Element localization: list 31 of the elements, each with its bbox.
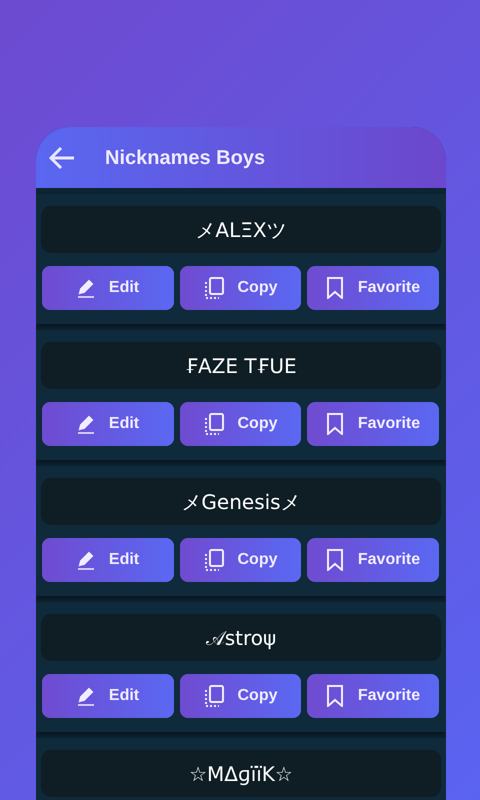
favorite-button[interactable]: Favorite	[307, 402, 439, 446]
pencil-icon	[76, 686, 95, 706]
nickname-text: ₣AZE T₣UE	[41, 342, 441, 389]
edit-button[interactable]: Edit	[42, 538, 174, 582]
bookmark-icon	[326, 413, 344, 435]
copy-icon	[204, 685, 224, 707]
bookmark-icon	[326, 685, 344, 707]
pencil-icon	[76, 278, 95, 298]
nickname-text: 𝒜stroψ	[41, 614, 441, 661]
nickname-text: ☆MΔɡïïK☆	[41, 750, 441, 797]
bookmark-icon	[326, 277, 344, 299]
edit-button[interactable]: Edit	[42, 402, 174, 446]
edit-button[interactable]: Edit	[42, 266, 174, 310]
copy-icon	[204, 277, 224, 299]
nickname-text: メALΞXツ	[41, 206, 441, 253]
favorite-button[interactable]: Favorite	[307, 266, 439, 310]
nickname-text: メGenesisメ	[41, 478, 441, 525]
pencil-icon	[76, 414, 95, 434]
copy-icon	[204, 549, 224, 571]
back-arrow-icon	[48, 146, 76, 170]
copy-icon	[204, 413, 224, 435]
favorite-button[interactable]: Favorite	[307, 538, 439, 582]
copy-button[interactable]: Copy	[180, 402, 301, 446]
copy-button[interactable]: Copy	[180, 538, 301, 582]
bookmark-icon	[326, 549, 344, 571]
edit-button[interactable]: Edit	[42, 674, 174, 718]
screen-title: Nicknames Boys	[105, 146, 266, 170]
pencil-icon	[76, 550, 95, 570]
favorite-button[interactable]: Favorite	[307, 674, 439, 718]
copy-button[interactable]: Copy	[180, 674, 301, 718]
copy-button[interactable]: Copy	[180, 266, 301, 310]
